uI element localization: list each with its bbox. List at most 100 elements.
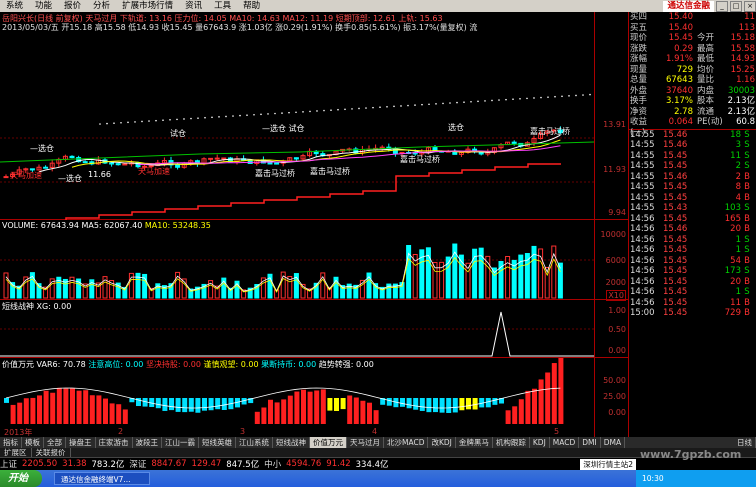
short-battle-pane[interactable]: 短线战神 XG: 0.00 1.00 0.50 0.00 [0,300,628,358]
index-change: 129.47 [191,459,222,469]
tab-indicator[interactable]: 改KDJ [428,437,456,448]
maximize-icon[interactable]: □ [730,0,742,12]
tab-indicator[interactable]: MACD [550,437,580,448]
band-dot [190,117,192,120]
tick-row[interactable]: 14:55 15.43 103 S [629,203,756,214]
tick-row[interactable]: 14:56 15.45 11 B [629,298,756,309]
value-bar [347,395,353,424]
menu-item-function[interactable]: 功能 [29,0,58,12]
menu-item-tools[interactable]: 工具 [208,0,237,12]
tick-row[interactable]: 14:55 15.45 2 S [629,161,756,172]
tab-indicator[interactable]: 北沙MACD [384,437,429,448]
quote-value: 1.91% [665,54,693,64]
tick-price: 15.45 [663,161,688,171]
value-bar [419,398,425,411]
tab-period[interactable]: 日线 [734,437,756,448]
tab-indicator[interactable]: DMI [579,437,601,448]
volume-bar [3,272,9,299]
tab-indicator[interactable]: 价值万元 [310,437,347,448]
band-dot [295,111,297,114]
tab-indicator[interactable]: 模板 [22,437,44,448]
tick-row[interactable]: 14:55 15.46 3 S [629,140,756,151]
candle-body [175,164,181,168]
tick-row[interactable]: 14:55 15.46 18 S [629,130,756,141]
menu-item-help[interactable]: 帮助 [237,0,266,12]
kline-chart[interactable]: —选仓—选仓—选仓 试仓天马加速 天马加速 嘉击马过桥 嘉击马过桥嘉击马过桥嘉击马过桥… [0,12,594,220]
value-pane[interactable]: 价值万元 VAR6: 70.78 注意高位: 0.00 坚决持股: 0.00 谨… [0,358,628,437]
tab-indicator[interactable]: 波段王 [133,437,162,448]
menu-bar: 系统 功能 报价 分析 扩展市场行情 资讯 工具 帮助 通达信金融 _ □ × [0,0,756,12]
menu-item-analysis[interactable]: 分析 [87,0,116,12]
tick-row[interactable]: 14:56 15.45 54 B [629,256,756,267]
minimize-icon[interactable]: _ [716,0,728,12]
tab-indicator[interactable]: DMA [601,437,626,448]
value-bar [505,410,511,424]
candle-body [82,161,88,164]
tick-price: 15.45 [663,182,688,192]
menu-item-system[interactable]: 系统 [0,0,29,12]
scale-label: 0.00 [608,408,626,417]
tab-related-quotes[interactable]: 关联报价 [32,448,71,457]
tab-indicator[interactable]: 指标 [0,437,22,448]
quote-row: 收益(一) 0.064 PE(动) 60.8 [629,117,756,138]
chart-area[interactable]: 岳阳兴长(日线 前复权) 天马过月 下轨道: 13.16 压力位: 14.05 … [0,12,628,437]
menu-item-news[interactable]: 资讯 [179,0,208,12]
band-dot [106,122,108,125]
tick-row[interactable]: 14:55 15.45 8 B [629,182,756,193]
start-button[interactable]: 开始 [0,470,42,487]
tab-indicator[interactable]: 江山一霸 [162,437,199,448]
close-icon[interactable]: × [744,0,756,12]
x-axis-label: 3 [240,427,246,436]
band-dot [582,94,584,96]
kline-pane[interactable]: 岳阳兴长(日线 前复权) 天马过月 下轨道: 13.16 压力位: 14.05 … [0,12,628,220]
candle-body [109,162,115,165]
quote-label: 量比 [697,75,715,85]
band-dot [148,120,150,122]
tab-indicator[interactable]: 操盘王 [66,437,96,448]
tick-row[interactable]: 14:56 15.45 1 S [629,287,756,298]
menu-item-quote[interactable]: 报价 [58,0,87,12]
tab-indicator[interactable]: 金牌黑马 [456,437,493,448]
tick-row[interactable]: 14:55 15.45 11 S [629,151,756,162]
tab-indicator[interactable]: 短线战神 [273,437,310,448]
volume-chart[interactable] [0,220,594,300]
tick-row[interactable]: 14:56 15.45 20 B [629,277,756,288]
taskbar-app-button[interactable]: 通达信金融终端V7... [54,472,150,485]
band-dot [491,99,493,102]
tick-row[interactable]: 14:56 15.46 20 B [629,224,756,235]
short-battle-chart[interactable] [0,300,594,358]
candle-body [274,162,280,165]
band-dot [162,119,164,122]
tab-indicator[interactable]: 短线英雄 [199,437,236,448]
tick-row[interactable]: 15:00 15.45 729 B [629,308,756,319]
tick-row[interactable]: 14:56 15.45 1 S [629,245,756,256]
value-bar [551,363,557,424]
tick-volume: 2 [735,171,741,182]
index-value: 2205.50 [22,459,58,469]
menu-item-ext-market[interactable]: 扩展市场行情 [116,0,179,12]
tab-indicator[interactable]: 全部 [44,437,66,448]
chart-annotation: 选仓 [448,122,464,132]
tab-indicator[interactable]: 庄家游击 [96,437,133,448]
band-dot [554,95,556,98]
tick-row[interactable]: 14:55 15.45 4 B [629,193,756,204]
tick-row[interactable]: 14:56 15.45 173 S [629,266,756,277]
tick-row[interactable]: 14:56 15.45 165 B [629,214,756,225]
tab-indicator[interactable]: 天马过月 [347,437,384,448]
tick-row[interactable]: 14:56 15.45 1 S [629,235,756,246]
band-dot [211,116,213,119]
tick-direction: S [744,140,750,150]
band-dot [169,119,171,121]
tab-indicator[interactable]: 机构跟踪 [493,437,530,448]
tab-indicator[interactable]: 江山系统 [236,437,273,448]
chart-annotation: —选仓 [58,173,82,183]
tab-extension-area[interactable]: 扩展区 [0,448,32,457]
quote-label: 外盘 [630,85,648,96]
tick-price: 15.45 [663,287,688,297]
tick-row[interactable]: 14:55 15.46 2 B [629,172,756,183]
value-bar [63,388,69,424]
tick-list[interactable]: 14:55 15.46 18 S 14:55 15.46 3 S 14:55 15.45 11 S 14… [629,130,756,319]
volume-pane[interactable]: VOLUME: 67643.94 MA5: 62067.40 MA10: 532… [0,220,628,301]
tick-price: 15.45 [663,297,688,308]
tab-indicator[interactable]: KDJ [530,437,550,448]
